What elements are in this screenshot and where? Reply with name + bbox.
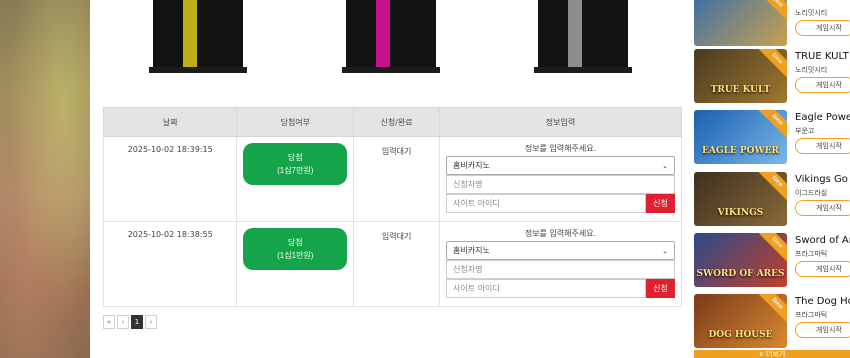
game-thumbnail-title: DOG HOUSE — [708, 330, 773, 340]
page-current-button[interactable]: 1 — [131, 315, 143, 329]
apply-button[interactable]: 신청 — [646, 279, 675, 298]
applicant-name-input[interactable]: 신청자명 — [446, 260, 675, 279]
game-name[interactable]: Vikings Go T — [795, 174, 850, 185]
site-id-input[interactable]: 사이트 아이디 — [446, 279, 646, 298]
game-start-button[interactable]: 게임시작 — [795, 322, 850, 338]
background-art — [0, 0, 90, 358]
info-label: 정보를 입력해주세요. — [524, 229, 597, 238]
win-badge[interactable]: 당첨 (1십7만원) — [243, 143, 348, 185]
game-card[interactable]: SWORD OF ARES New Sword of Are 프라그마틱게임시작 — [694, 233, 850, 287]
game-start-button[interactable]: 게임시작 — [795, 138, 850, 154]
chevron-down-icon: ⌄ — [662, 161, 668, 170]
page-prev-button[interactable]: ‹ — [117, 315, 129, 329]
header-status: 신청/완료 — [353, 107, 440, 137]
game-card[interactable]: VIKINGS New Vikings Go T 이그드라실게임시작 — [694, 172, 850, 226]
more-label: 더보기 — [766, 350, 786, 358]
table-row: 2025-10-02 18:38:55 당첨 (1십1만원) 입력대기 정보를 … — [102, 221, 682, 307]
win-amount: (1십7만원) — [277, 166, 314, 175]
game-start-button[interactable]: 게임시작 — [795, 77, 850, 93]
casino-select[interactable]: 홈비카지노 ⌄ — [446, 241, 675, 260]
gift-box-pink[interactable] — [342, 0, 440, 73]
win-label: 당첨 — [287, 238, 303, 247]
game-thumbnail-title: TRUE KULT — [710, 85, 771, 95]
game-thumbnail[interactable]: VIKINGS New — [694, 172, 787, 226]
game-sidebar: New 노리밋시티 게임시작 TRUE KULT New TRUE KULT 노리밋시티 게임… — [690, 0, 850, 358]
casino-select[interactable]: 홈비카지노 ⌄ — [446, 156, 675, 175]
more-button[interactable]: ∨ 더보기 — [694, 350, 850, 358]
gift-box-gold[interactable] — [149, 0, 247, 73]
game-thumbnail[interactable]: SWORD OF ARES New — [694, 233, 787, 287]
game-card[interactable]: EAGLE POWER New Eagle Power 부운고게임시작 — [694, 110, 850, 164]
new-badge: New — [757, 294, 787, 324]
site-id-input[interactable]: 사이트 아이디 — [446, 194, 646, 213]
game-name[interactable]: TRUE KULT — [795, 51, 850, 62]
game-start-button[interactable]: 게임시작 — [795, 20, 850, 36]
pagination: « ‹ 1 › — [103, 315, 157, 329]
apply-button[interactable]: 신청 — [646, 194, 675, 213]
game-provider: 부운고 — [795, 127, 815, 135]
new-badge: New — [757, 0, 787, 22]
win-badge[interactable]: 당첨 (1십1만원) — [243, 228, 348, 270]
game-name[interactable]: The Dog Hou — [795, 296, 850, 307]
game-provider: 이그드라실 — [795, 189, 828, 197]
header-date: 날짜 — [102, 107, 238, 137]
header-win: 당첨여부 — [236, 107, 355, 137]
game-provider: 노리밋시티 — [795, 9, 828, 17]
game-card[interactable]: New 노리밋시티게임시작 — [694, 0, 850, 46]
prize-table: 날짜 당첨여부 신청/완료 정보입력 2025-10-02 18:39:15 당… — [102, 107, 682, 307]
game-provider: 프라그마틱 — [795, 250, 828, 258]
row-status: 입력대기 — [353, 136, 440, 222]
row-date: 2025-10-02 18:39:15 — [102, 136, 238, 222]
new-badge: New — [757, 172, 787, 202]
game-thumbnail[interactable]: DOG HOUSE New — [694, 294, 787, 348]
game-card[interactable]: TRUE KULT New TRUE KULT 노리밋시티게임시작 — [694, 49, 850, 103]
chevron-down-icon: ⌄ — [662, 246, 668, 255]
new-badge: New — [757, 110, 787, 140]
game-provider: 노리밋시티 — [795, 66, 828, 74]
game-provider: 프라그마틱 — [795, 311, 828, 319]
game-start-button[interactable]: 게임시작 — [795, 200, 850, 216]
game-thumbnail[interactable]: EAGLE POWER New — [694, 110, 787, 164]
game-thumbnail-title: SWORD OF ARES — [696, 269, 785, 279]
game-card[interactable]: DOG HOUSE New The Dog Hou 프라그마틱게임시작 — [694, 294, 850, 348]
page-next-button[interactable]: › — [145, 315, 157, 329]
new-badge: New — [757, 49, 787, 79]
win-label: 당첨 — [287, 153, 303, 162]
win-amount: (1십1만원) — [277, 251, 314, 260]
info-label: 정보를 입력해주세요. — [524, 144, 597, 153]
casino-select-value: 홈비카지노 — [453, 161, 490, 170]
header-info: 정보입력 — [439, 107, 682, 137]
page-first-button[interactable]: « — [103, 315, 115, 329]
game-thumbnail[interactable]: New — [694, 0, 787, 46]
casino-select-value: 홈비카지노 — [453, 246, 490, 255]
game-name[interactable]: Eagle Power — [795, 112, 850, 123]
game-thumbnail[interactable]: TRUE KULT New — [694, 49, 787, 103]
game-thumbnail-title: VIKINGS — [717, 208, 764, 218]
row-date: 2025-10-02 18:38:55 — [102, 221, 238, 307]
table-row: 2025-10-02 18:39:15 당첨 (1십7만원) 입력대기 정보를 … — [102, 136, 682, 222]
game-start-button[interactable]: 게임시작 — [795, 261, 850, 277]
game-name[interactable]: Sword of Are — [795, 235, 850, 246]
applicant-name-input[interactable]: 신청자명 — [446, 175, 675, 194]
gift-box-silver[interactable] — [534, 0, 632, 73]
game-thumbnail-title: EAGLE POWER — [702, 146, 779, 156]
main-content: 날짜 당첨여부 신청/완료 정보입력 2025-10-02 18:39:15 당… — [90, 0, 690, 358]
row-status: 입력대기 — [353, 221, 440, 307]
new-badge: New — [757, 233, 787, 263]
